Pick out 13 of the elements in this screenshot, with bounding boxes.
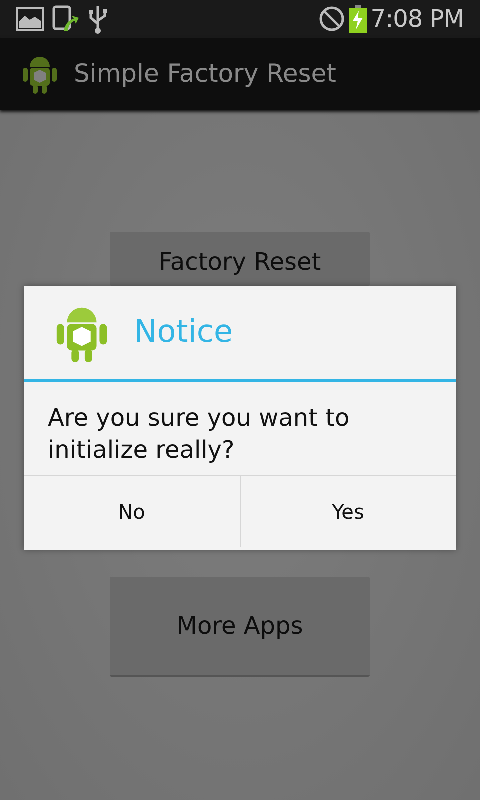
usb-icon bbox=[88, 4, 108, 34]
dialog-message: Are you sure you want to initialize really? bbox=[47, 403, 351, 466]
clock-time: 7:08 PM bbox=[370, 4, 464, 35]
phone-update-icon bbox=[52, 5, 80, 33]
battery-charging-icon bbox=[348, 5, 367, 33]
dialog-title: Notice bbox=[134, 313, 234, 352]
blocked-icon bbox=[318, 6, 345, 32]
app-title: Simple Factory Reset bbox=[74, 58, 336, 90]
dialog-button[interactable]: No bbox=[24, 475, 240, 547]
dialog-button[interactable]: Yes bbox=[240, 475, 456, 547]
screen-button[interactable]: More Apps bbox=[110, 577, 370, 677]
picture-notification-icon bbox=[16, 7, 44, 31]
screen-button[interactable]: Factory Reset bbox=[110, 232, 370, 286]
